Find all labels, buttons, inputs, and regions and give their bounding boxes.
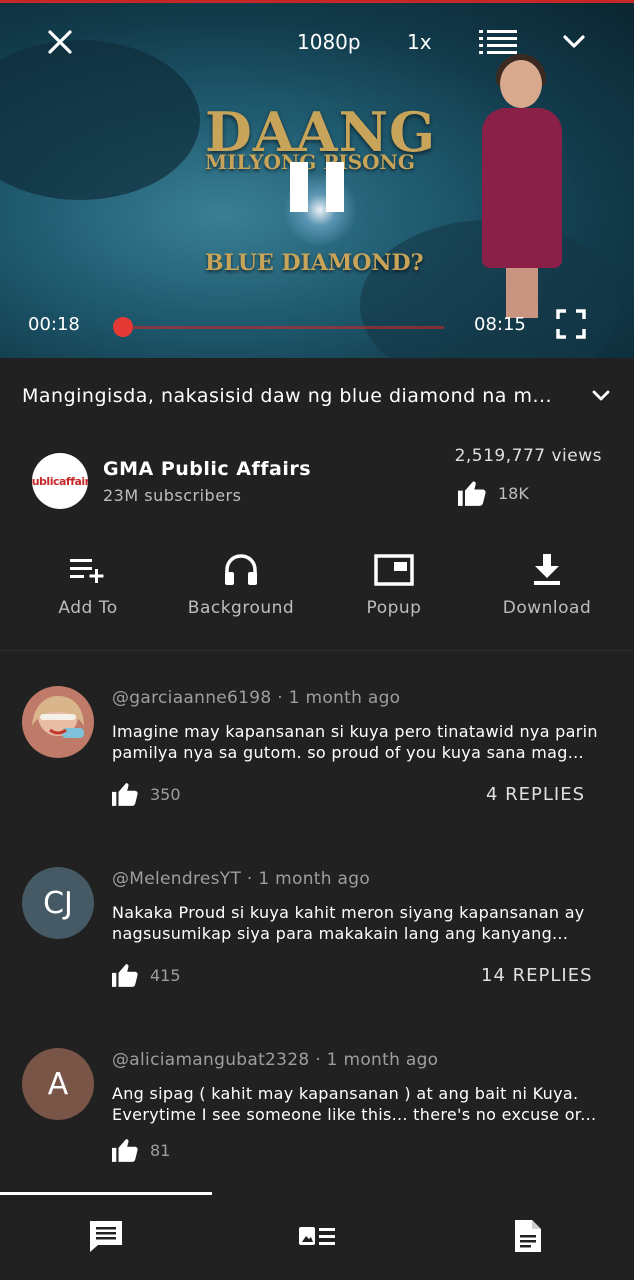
comment-like-button[interactable]: 350: [112, 782, 181, 806]
thumbs-up-icon: [112, 783, 138, 806]
thumbs-up-icon: [112, 964, 138, 987]
comment-time: 1 month ago: [326, 1050, 439, 1070]
comment-line: Everytime I see someone like this... the…: [112, 1105, 597, 1124]
subscriber-count: 23M subscribers: [103, 486, 242, 505]
background-label: Background: [187, 598, 295, 618]
add-to-button[interactable]: Add To: [18, 550, 158, 618]
speed-button[interactable]: 1x: [407, 30, 432, 54]
channel-name[interactable]: GMA Public Affairs: [103, 458, 311, 480]
tab-description-icon[interactable]: [508, 1216, 548, 1256]
comment-like-count: 415: [150, 965, 181, 985]
comment-like-button[interactable]: 415: [112, 963, 181, 987]
comment-text[interactable]: Ang sipag ( kahit may kapansanan ) at an…: [112, 1083, 602, 1125]
video-like-button[interactable]: 18K: [458, 480, 529, 506]
comment-author[interactable]: @aliciamangubat2328: [112, 1050, 310, 1070]
replies-button[interactable]: 4 REPLIES: [486, 784, 585, 805]
expand-chevron-icon[interactable]: [592, 390, 610, 402]
view-count: 2,519,777 views: [454, 446, 602, 466]
thumbs-up-icon: [112, 1139, 138, 1162]
duration: 08:15: [474, 314, 526, 335]
comment-like-count: 350: [150, 784, 181, 804]
comment-like-count: 81: [150, 1140, 171, 1160]
presenter-figure: [462, 50, 582, 320]
comment-time: 1 month ago: [258, 869, 371, 889]
thumbs-up-icon: [458, 481, 486, 506]
replies-button[interactable]: 14 REPLIES: [481, 965, 593, 986]
divider: [0, 650, 634, 651]
seek-bar[interactable]: [122, 326, 444, 329]
playlist-add-icon: [70, 550, 106, 590]
meta-separator: ·: [246, 869, 259, 889]
download-button[interactable]: Download: [477, 550, 617, 618]
background-button[interactable]: Background: [171, 550, 311, 618]
comment-author[interactable]: @MelendresYT: [112, 869, 241, 889]
comment-meta: @aliciamangubat2328 · 1 month ago: [112, 1050, 438, 1070]
action-bar: Add To Background Popup Download: [0, 550, 634, 630]
add-to-label: Add To: [58, 598, 118, 618]
playlist-icon[interactable]: [478, 26, 518, 56]
video-overlay-bottom-text: BLUE DIAMOND?: [205, 250, 424, 276]
comment-time: 1 month ago: [288, 688, 401, 708]
video-like-count: 18K: [498, 483, 529, 503]
video-player[interactable]: DAANG MILYONG PISONG BLUE DIAMOND? 1080p…: [0, 0, 634, 358]
comment-author[interactable]: @garciaanne6198: [112, 688, 272, 708]
comment-text[interactable]: Imagine may kapansanan si kuya pero tina…: [112, 721, 602, 763]
fullscreen-icon[interactable]: [554, 307, 588, 341]
comment-text[interactable]: Nakaka Proud si kuya kahit meron siyang …: [112, 902, 602, 944]
chevron-down-icon[interactable]: [558, 28, 590, 56]
tab-indicator: [0, 1192, 212, 1195]
comment-meta: @MelendresYT · 1 month ago: [112, 869, 370, 889]
comment-meta: @garciaanne6198 · 1 month ago: [112, 688, 400, 708]
comment-line: pamilya nya sa gutom. so proud of you ku…: [112, 743, 584, 762]
picture-in-picture-icon: [374, 550, 414, 590]
avatar[interactable]: CJ: [22, 867, 94, 939]
video-title-row[interactable]: Mangingisda, nakasisid daw ng blue diamo…: [22, 380, 612, 412]
download-icon: [533, 550, 561, 590]
comment-line: Imagine may kapansanan si kuya pero tina…: [112, 722, 598, 741]
seek-thumb[interactable]: [113, 317, 133, 337]
comment-line: Nakaka Proud si kuya kahit meron siyang …: [112, 903, 585, 922]
popup-label: Popup: [366, 598, 422, 618]
avatar[interactable]: [22, 686, 94, 758]
headphones-icon: [224, 550, 258, 590]
comment-line: Ang sipag ( kahit may kapansanan ) at an…: [112, 1084, 579, 1103]
current-time: 00:18: [28, 314, 80, 335]
pause-button[interactable]: [290, 162, 344, 212]
channel-avatar[interactable]: publicaffairs: [32, 453, 88, 509]
tab-comments-icon[interactable]: [86, 1216, 126, 1256]
comment-line: nagsusumikap siya para makakain lang ang…: [112, 924, 569, 943]
tab-related-videos-icon[interactable]: [297, 1216, 337, 1256]
meta-separator: ·: [315, 1050, 327, 1070]
close-icon[interactable]: [42, 24, 78, 60]
video-title: Mangingisda, nakasisid daw ng blue diamo…: [22, 385, 553, 407]
quality-button[interactable]: 1080p: [297, 30, 361, 54]
bottom-nav: [0, 1192, 634, 1280]
video-frame-shape: [0, 40, 200, 200]
popup-button[interactable]: Popup: [324, 550, 464, 618]
channel-logo-text: publicaffairs: [32, 474, 88, 488]
comment-like-button[interactable]: 81: [112, 1138, 170, 1162]
avatar[interactable]: A: [22, 1048, 94, 1120]
download-label: Download: [502, 598, 592, 618]
meta-separator: ·: [277, 688, 289, 708]
player-top-line: [0, 0, 634, 3]
